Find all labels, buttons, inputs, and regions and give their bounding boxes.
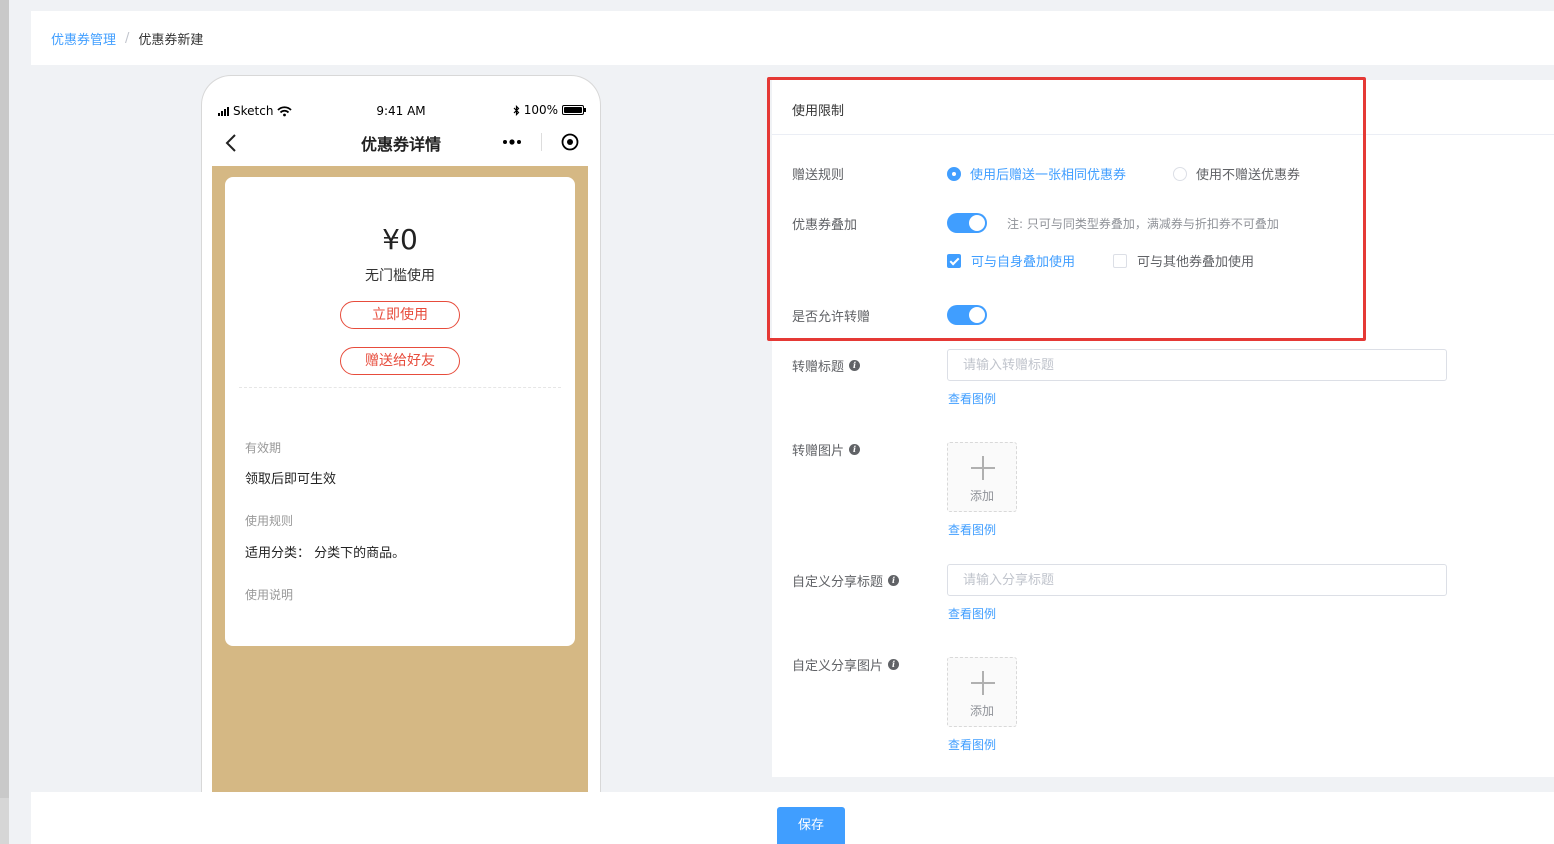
share-title-label: 自定义分享标题 i <box>792 571 900 590</box>
plus-icon <box>971 671 995 695</box>
coupon-divider <box>239 387 561 388</box>
coupon-card: ¥0 无门槛使用 立即使用 赠送给好友 有效期 领取后即可生效 使用规则 适用分… <box>225 177 575 646</box>
view-example-link[interactable]: 查看图例 <box>948 736 996 753</box>
view-example-link[interactable]: 查看图例 <box>948 521 996 538</box>
breadcrumb-current: 优惠券新建 <box>138 32 204 48</box>
save-button[interactable]: 保存 <box>777 807 845 844</box>
upload-add-text: 添加 <box>969 704 994 718</box>
usage-rules-value: 适用分类： 分类下的商品。 <box>245 546 406 561</box>
capsule-divider <box>540 133 542 151</box>
validity-value: 领取后即可生效 <box>245 472 337 487</box>
phone-status-bar: Sketch 9:41 AM 100% <box>202 102 600 122</box>
upload-add-text: 添加 <box>969 489 994 503</box>
usage-rules-label: 使用规则 <box>245 514 294 528</box>
view-example-link[interactable]: 查看图例 <box>948 390 996 407</box>
highlight-annotation-box <box>767 77 1366 341</box>
breadcrumb-separator: / <box>125 30 130 46</box>
battery-icon <box>562 105 586 115</box>
coupon-threshold: 无门槛使用 <box>365 268 435 284</box>
share-image-label: 自定义分享图片 i <box>792 655 900 674</box>
bluetooth-icon <box>513 104 520 116</box>
phone-nav-bar: 优惠券详情 <box>202 126 600 160</box>
transfer-image-upload[interactable]: 添加 <box>947 442 1017 512</box>
footer-bar: 保存 <box>31 792 1554 844</box>
use-now-button[interactable]: 立即使用 <box>340 301 460 329</box>
info-icon[interactable]: i <box>849 360 861 371</box>
mini-program-capsule <box>492 127 588 157</box>
transfer-image-text: 转赠图片 <box>792 444 845 459</box>
left-scroll-edge-lower <box>0 798 9 844</box>
battery-percent: 100% <box>523 103 558 117</box>
more-dots-icon[interactable] <box>502 139 522 145</box>
coupon-preview-background: ¥0 无门槛使用 立即使用 赠送给好友 有效期 领取后即可生效 使用规则 适用分… <box>212 166 588 795</box>
left-scroll-edge <box>0 0 9 798</box>
share-title-input[interactable] <box>947 564 1447 596</box>
gift-to-friend-button[interactable]: 赠送给好友 <box>340 347 460 375</box>
transfer-title-input[interactable] <box>947 349 1447 381</box>
info-icon[interactable]: i <box>888 575 900 586</box>
phone-preview: Sketch 9:41 AM 100% 优惠券详情 ¥0 无门槛使用 立即使用 … <box>201 75 601 795</box>
share-title-text: 自定义分享标题 <box>792 575 884 590</box>
validity-label: 有效期 <box>245 441 282 455</box>
view-example-link[interactable]: 查看图例 <box>948 605 996 622</box>
coupon-price: ¥0 <box>382 223 418 256</box>
info-icon[interactable]: i <box>888 659 900 670</box>
transfer-image-label: 转赠图片 i <box>792 440 861 459</box>
breadcrumb: 优惠券管理 / 优惠券新建 <box>31 11 1554 65</box>
close-target-icon[interactable] <box>561 133 579 151</box>
transfer-title-text: 转赠标题 <box>792 360 845 375</box>
share-image-text: 自定义分享图片 <box>792 659 884 674</box>
info-icon[interactable]: i <box>849 444 861 455</box>
breadcrumb-link-coupon-management[interactable]: 优惠券管理 <box>51 29 116 48</box>
transfer-title-label: 转赠标题 i <box>792 356 861 375</box>
plus-icon <box>971 456 995 480</box>
share-image-upload[interactable]: 添加 <box>947 657 1017 727</box>
usage-instructions-label: 使用说明 <box>245 588 294 602</box>
